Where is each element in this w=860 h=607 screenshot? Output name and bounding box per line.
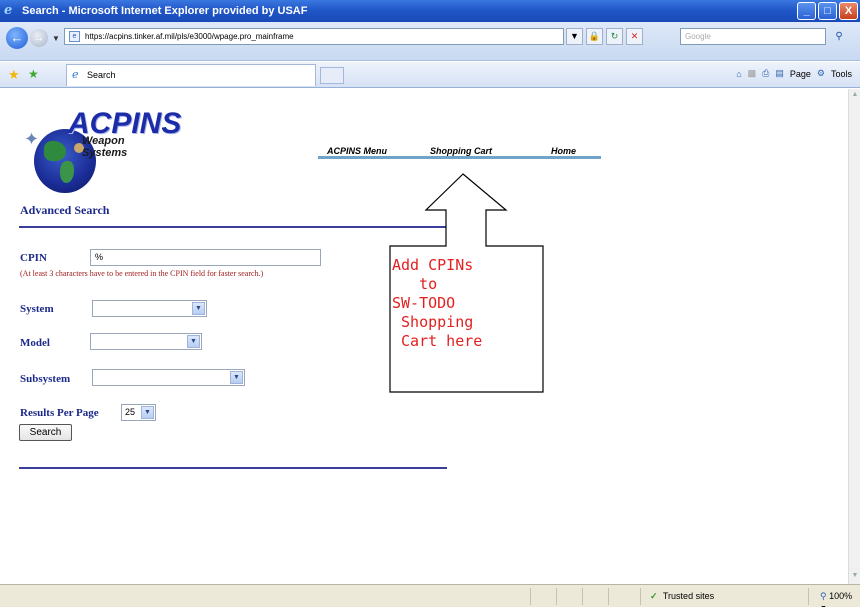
tab-search[interactable]: e Search <box>66 64 316 86</box>
page-title: Advanced Search <box>20 203 110 217</box>
window-title: Search - Microsoft Internet Explorer pro… <box>22 5 308 17</box>
zoom-level[interactable]: ⚲ 100% ▼ <box>820 591 860 607</box>
scroll-up-icon[interactable]: ▲ <box>850 91 860 101</box>
close-button[interactable]: X <box>839 2 858 20</box>
lock-icon[interactable]: 🔒 <box>586 28 603 45</box>
history-dropdown-icon[interactable]: ▼ <box>52 34 60 43</box>
window-controls: _ □ X <box>797 2 858 20</box>
model-label: Model <box>20 337 50 349</box>
page-menu-icon: ▤ <box>775 68 784 78</box>
subsystem-select[interactable]: ▼ <box>92 369 245 386</box>
cpin-input[interactable]: % <box>90 249 321 266</box>
security-zone[interactable]: ✓ Trusted sites <box>650 591 714 602</box>
subsystem-label: Subsystem <box>20 373 71 385</box>
status-bar: ✓ Trusted sites ⚲ 100% ▼ <box>0 584 860 607</box>
system-select[interactable]: ▼ <box>92 300 207 317</box>
results-per-page-label: Results Per Page <box>20 407 99 419</box>
address-url: https://acpins.tinker.af.mil/pls/e3000/w… <box>85 32 294 41</box>
logo-subtitle: Weapon Systems <box>82 135 128 159</box>
search-input[interactable]: Google <box>680 28 826 45</box>
feeds-icon[interactable]: ▩ <box>748 68 757 79</box>
chevron-down-icon: ▼ <box>187 335 200 348</box>
nav-acpins-menu[interactable]: ACPINS Menu <box>327 146 387 156</box>
tab-page-icon: e <box>72 68 79 81</box>
window-titlebar: e Search - Microsoft Internet Explorer p… <box>0 0 860 22</box>
address-input[interactable]: e https://acpins.tinker.af.mil/pls/e3000… <box>64 28 564 45</box>
address-toolbar: ← → ▼ e https://acpins.tinker.af.mil/pls… <box>0 22 860 61</box>
chevron-down-icon: ▼ <box>230 371 243 384</box>
results-per-page-select[interactable]: 25 ▼ <box>121 404 156 421</box>
add-favorite-icon[interactable]: ★ <box>28 67 39 81</box>
page-menu[interactable]: Page <box>790 69 811 79</box>
nav-home[interactable]: Home <box>551 146 576 156</box>
ie-logo-icon: e <box>4 3 13 18</box>
tab-toolbar: ★ ★ e Search ⌂ ▩ ⎙ ▤ Page ⚙ Tools <box>0 62 860 88</box>
security-zone-label: Trusted sites <box>662 591 715 601</box>
tab-label: Search <box>87 70 116 80</box>
new-tab-button[interactable] <box>320 67 344 84</box>
scroll-down-icon[interactable]: ▼ <box>850 572 860 582</box>
model-select[interactable]: ▼ <box>90 333 202 350</box>
chevron-down-icon: ▼ <box>192 302 205 315</box>
magnifier-icon: ⚲ <box>820 591 827 601</box>
print-icon[interactable]: ⎙ <box>762 68 769 79</box>
minimize-button[interactable]: _ <box>797 2 816 20</box>
cpin-note: (At least 3 characters have to be entere… <box>20 269 264 278</box>
chevron-down-icon: ▼ <box>141 406 154 419</box>
acpins-logo: ✦ ACPINS Weapon Systems <box>24 107 181 199</box>
checkmark-icon: ✓ <box>650 591 658 601</box>
refresh-icon[interactable]: ↻ <box>606 28 623 45</box>
annotation-text: Add CPINs to SW-TODO Shopping Cart here <box>392 256 483 350</box>
tools-gear-icon: ⚙ <box>816 68 825 78</box>
page-icon: e <box>69 31 80 42</box>
zoom-value: 100% <box>829 591 853 601</box>
search-icon[interactable]: ⚲ <box>830 28 848 45</box>
favorites-star-icon[interactable]: ★ <box>8 67 20 83</box>
cpin-label: CPIN <box>20 252 47 264</box>
nav-shopping-cart[interactable]: Shopping Cart <box>430 146 492 156</box>
nav-underline <box>318 156 601 159</box>
vertical-scrollbar[interactable]: ▲ ▼ <box>848 89 860 584</box>
results-per-page-value: 25 <box>125 407 136 417</box>
top-divider <box>19 226 447 228</box>
system-label: System <box>20 303 54 315</box>
home-icon[interactable]: ⌂ <box>736 69 741 79</box>
address-actions: ▼ 🔒 ↻ ✕ <box>566 28 643 45</box>
maximize-button[interactable]: □ <box>818 2 837 20</box>
back-button[interactable]: ← <box>6 27 28 49</box>
address-dropdown-icon[interactable]: ▼ <box>566 28 583 45</box>
search-button[interactable]: Search <box>19 424 72 441</box>
forward-button[interactable]: → <box>30 29 48 47</box>
bottom-divider <box>19 467 447 469</box>
command-bar: ⌂ ▩ ⎙ ▤ Page ⚙ Tools <box>736 68 852 79</box>
stop-icon[interactable]: ✕ <box>626 28 643 45</box>
tools-menu[interactable]: Tools <box>831 69 852 79</box>
